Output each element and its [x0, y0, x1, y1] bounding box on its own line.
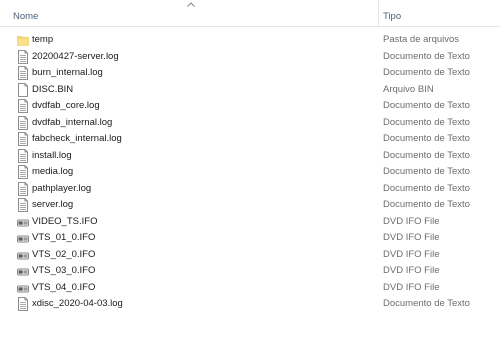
text-document-icon [17, 297, 29, 311]
file-name[interactable]: VTS_04_0.IFO [32, 282, 95, 293]
file-name[interactable]: pathplayer.log [32, 183, 91, 194]
file-type: Documento de Texto [383, 116, 470, 128]
text-document-icon [17, 99, 29, 113]
file-type: Documento de Texto [383, 67, 470, 78]
file-name[interactable]: VIDEO_TS.IFO [32, 216, 97, 227]
file-type: Documento de Texto [383, 298, 470, 309]
file-type: Pasta de arquivos [383, 34, 460, 45]
file-name[interactable]: server.log [32, 199, 73, 210]
file-name[interactable]: VTS_02_0.IFO [32, 249, 95, 260]
file-name[interactable]: install.log [32, 150, 72, 161]
file-row[interactable]: pathplayer.log Documento de Texto [0, 181, 500, 198]
text-document-icon [17, 165, 29, 179]
column-header: Nome Tipo [0, 0, 500, 27]
text-document-icon [17, 115, 29, 130]
file-type: DVD IFO File [383, 265, 440, 276]
file-name[interactable]: dvdfab_internal.log [32, 117, 112, 128]
file-row[interactable]: VTS_01_0.IFO DVD IFO File [0, 230, 500, 247]
file-row[interactable]: fabcheck_internal.log Documento de Texto [0, 131, 500, 148]
file-row[interactable]: DISC.BIN Arquivo BIN [0, 82, 500, 99]
sort-ascending-icon[interactable] [187, 2, 195, 7]
file-row[interactable]: temp Pasta de arquivos [0, 32, 500, 49]
file-name[interactable]: 20200427-server.log [32, 51, 119, 62]
file-type: DVD IFO File [383, 232, 440, 243]
file-row[interactable]: VTS_03_0.IFO DVD IFO File [0, 263, 500, 280]
file-list: temp Pasta de arquivos 20200427-server.log… [0, 32, 500, 313]
file-type: Documento de Texto [383, 199, 470, 210]
file-type: Documento de Texto [383, 182, 470, 194]
file-name[interactable]: temp [32, 34, 53, 45]
column-header-name[interactable]: Nome [13, 11, 38, 22]
blank-file-icon [17, 82, 29, 97]
file-type: DVD IFO File [383, 248, 440, 260]
file-name[interactable]: VTS_03_0.IFO [32, 265, 95, 276]
file-row[interactable]: VTS_04_0.IFO DVD IFO File [0, 280, 500, 297]
file-row[interactable]: server.log Documento de Texto [0, 197, 500, 214]
file-type: Documento de Texto [383, 50, 470, 62]
file-name[interactable]: xdisc_2020-04-03.log [32, 298, 123, 309]
file-row[interactable]: dvdfab_core.log Documento de Texto [0, 98, 500, 115]
file-type: Documento de Texto [383, 166, 470, 177]
text-document-icon [17, 148, 29, 163]
file-row[interactable]: xdisc_2020-04-03.log Documento de Texto [0, 296, 500, 313]
file-name[interactable]: burn_internal.log [32, 67, 103, 78]
file-name[interactable]: media.log [32, 166, 73, 177]
text-document-icon [17, 198, 29, 212]
file-type: DVD IFO File [383, 281, 440, 293]
file-type: DVD IFO File [383, 215, 440, 227]
file-type: Documento de Texto [383, 133, 470, 144]
file-type: Arquivo BIN [383, 83, 434, 95]
dvd-ifo-file-icon [17, 231, 29, 245]
file-row[interactable]: dvdfab_internal.log Documento de Texto [0, 115, 500, 132]
dvd-ifo-file-icon [17, 264, 29, 278]
folder-icon [17, 33, 29, 47]
column-header-type[interactable]: Tipo [383, 11, 401, 22]
file-row[interactable]: media.log Documento de Texto [0, 164, 500, 181]
text-document-icon [17, 132, 29, 146]
text-document-icon [17, 181, 29, 196]
file-row[interactable]: VTS_02_0.IFO DVD IFO File [0, 247, 500, 264]
file-name[interactable]: dvdfab_core.log [32, 100, 100, 111]
column-divider[interactable] [378, 0, 379, 26]
file-row[interactable]: burn_internal.log Documento de Texto [0, 65, 500, 82]
file-name[interactable]: fabcheck_internal.log [32, 133, 122, 144]
dvd-ifo-file-icon [17, 281, 29, 295]
dvd-ifo-file-icon [17, 215, 29, 229]
file-type: Documento de Texto [383, 100, 470, 111]
text-document-icon [17, 49, 29, 64]
text-document-icon [17, 66, 29, 80]
file-name[interactable]: DISC.BIN [32, 84, 73, 95]
file-row[interactable]: install.log Documento de Texto [0, 148, 500, 165]
file-row[interactable]: 20200427-server.log Documento de Texto [0, 49, 500, 66]
file-name[interactable]: VTS_01_0.IFO [32, 232, 95, 243]
file-type: Documento de Texto [383, 149, 470, 161]
dvd-ifo-file-icon [17, 248, 29, 262]
file-row[interactable]: VIDEO_TS.IFO DVD IFO File [0, 214, 500, 231]
